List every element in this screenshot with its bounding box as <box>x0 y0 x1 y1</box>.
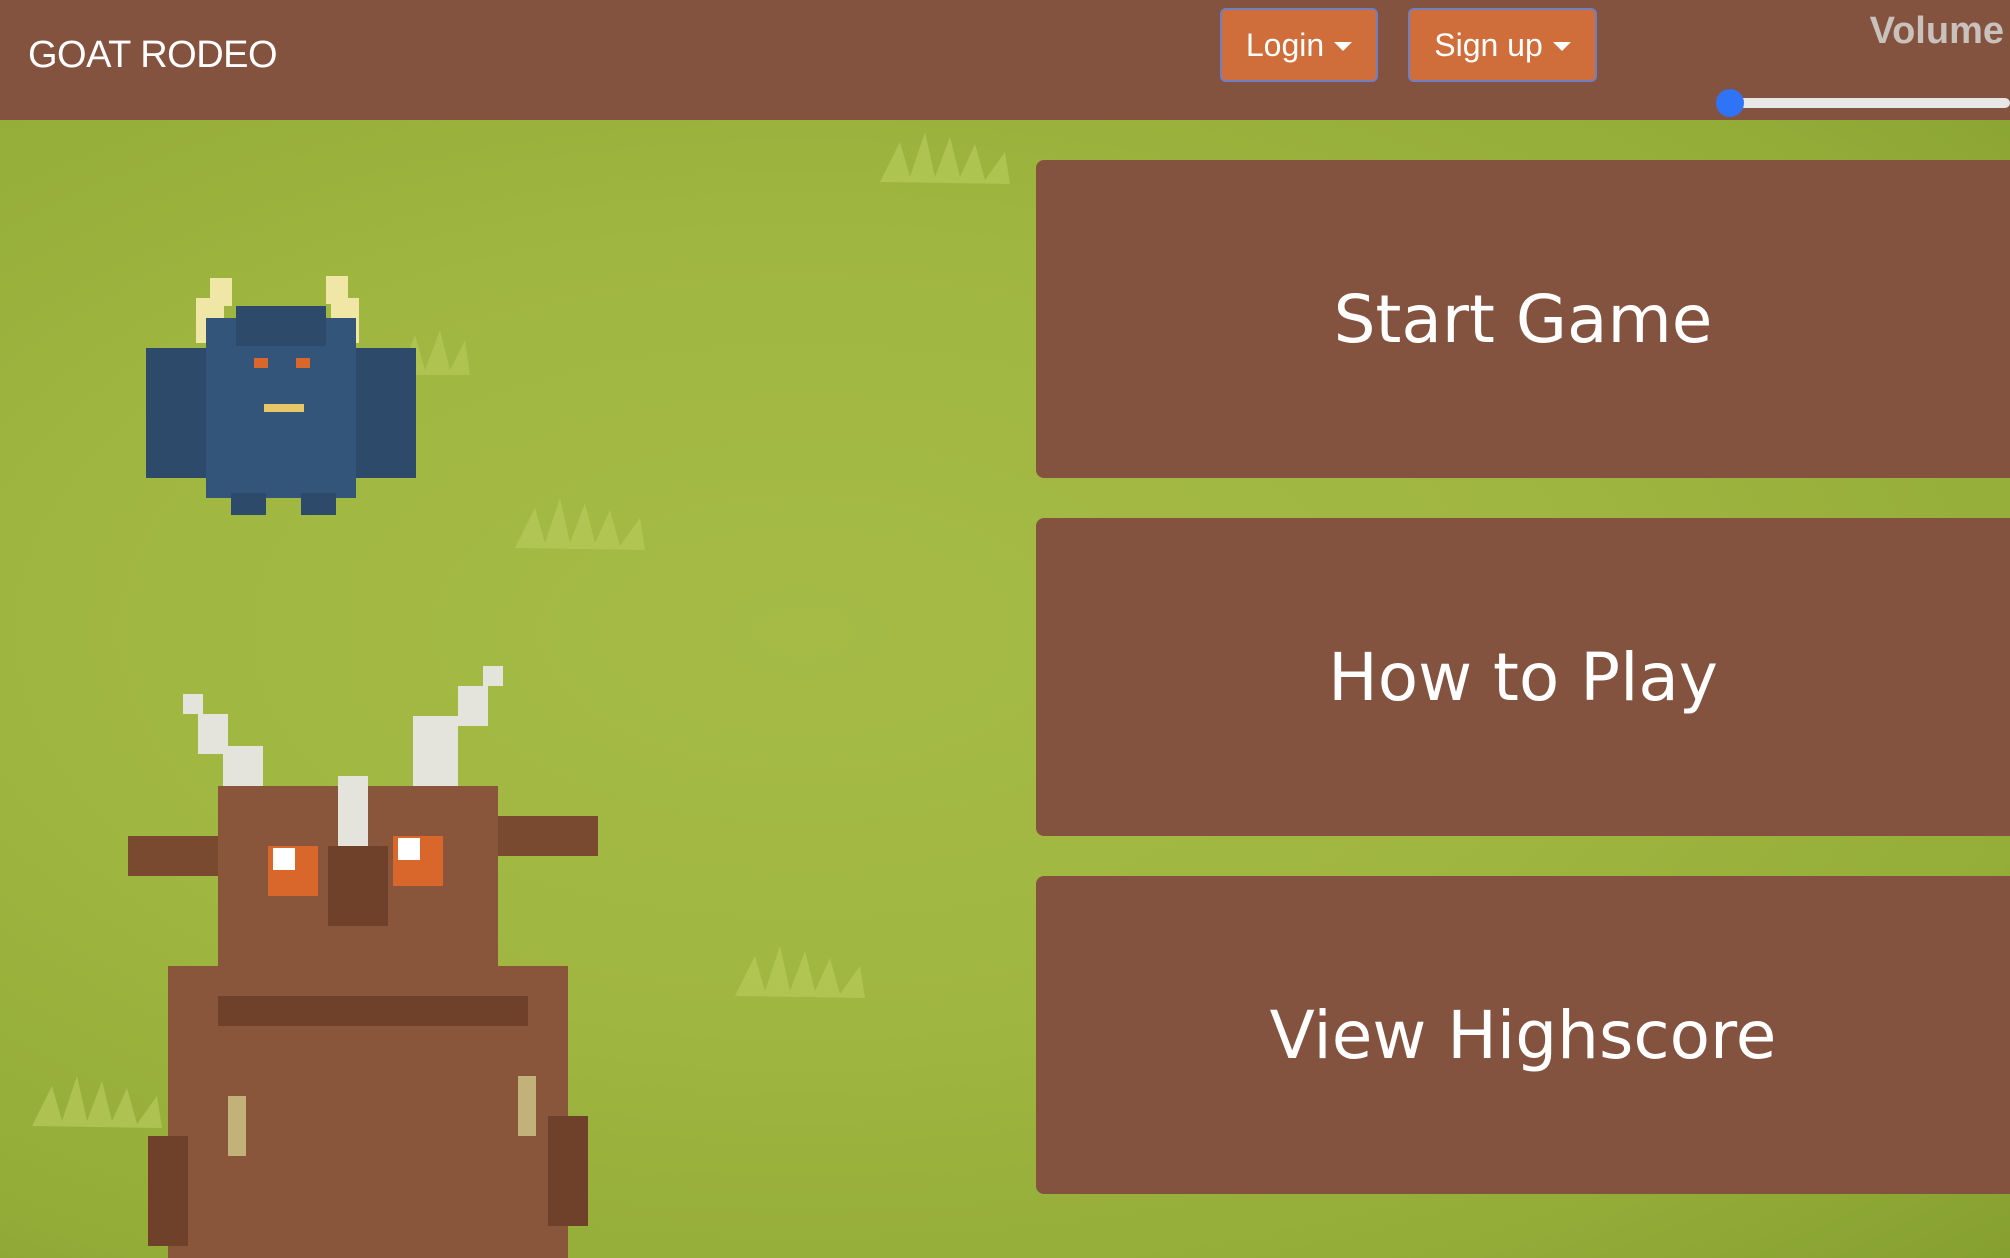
grass-tuft-icon <box>735 946 865 998</box>
signup-label: Sign up <box>1434 26 1543 63</box>
brown-goat-icon <box>128 666 598 1258</box>
blue-minotaur-icon <box>146 276 416 515</box>
signup-dropdown-button[interactable]: Sign up <box>1408 8 1597 82</box>
game-field: Start Game How to Play View Highscore <box>0 120 2010 1258</box>
how-to-play-button[interactable]: How to Play <box>1036 518 2010 836</box>
login-label: Login <box>1245 26 1325 63</box>
login-dropdown-button[interactable]: Login <box>1220 8 1378 82</box>
brand-title[interactable]: GOAT RODEO <box>28 34 278 77</box>
volume-slider-thumb[interactable] <box>1716 89 1744 117</box>
start-game-button[interactable]: Start Game <box>1036 160 2010 478</box>
grass-tuft-icon <box>880 132 1010 184</box>
volume-slider-track[interactable] <box>1728 98 2010 108</box>
view-highscore-button[interactable]: View Highscore <box>1036 876 2010 1194</box>
caret-down-icon <box>1334 41 1353 51</box>
volume-label: Volume <box>1869 10 2004 52</box>
caret-down-icon <box>1552 41 1571 51</box>
grass-tuft-icon <box>515 498 645 550</box>
top-navbar: GOAT RODEO Login Sign up Volume <box>0 0 2010 120</box>
